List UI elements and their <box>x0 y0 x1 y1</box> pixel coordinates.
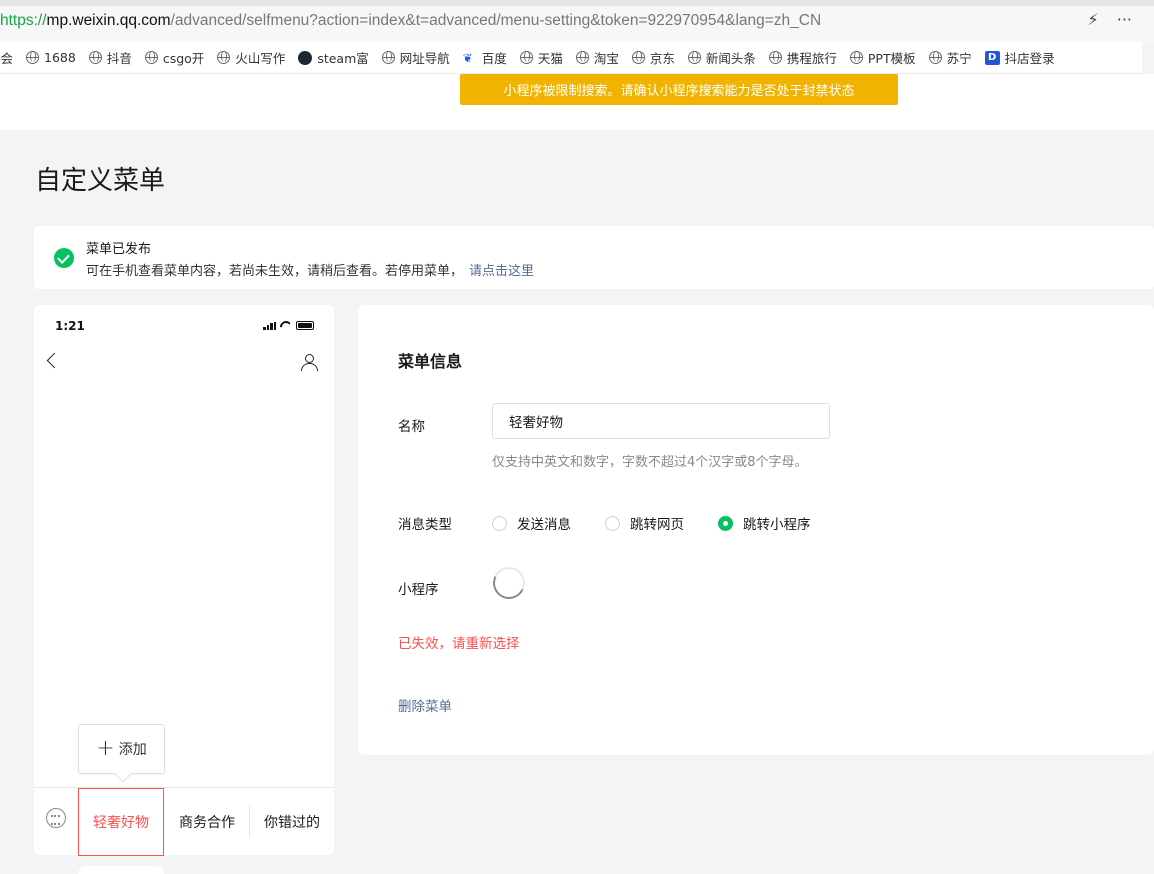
loading-spinner-icon <box>488 562 530 604</box>
bookmark-3[interactable]: csgo开 <box>144 48 204 67</box>
globe-icon <box>849 51 863 64</box>
url-scheme: https:// <box>0 12 47 29</box>
radio-send-message[interactable]: 发送消息 <box>492 513 571 533</box>
phone-time: 1:21 <box>55 319 85 333</box>
add-submenu-button[interactable]: + 添加 <box>78 724 165 774</box>
bookmark-0[interactable]: 舔会 <box>0 48 13 67</box>
notice-title: 菜单已发布 <box>86 242 152 257</box>
publish-notice: 菜单已发布 可在手机查看菜单内容，若尚未生效，请稍后查看。若停用菜单， 请点击这里 <box>34 226 1154 289</box>
plus-icon: + <box>96 736 115 761</box>
delete-menu-link[interactable]: 删除菜单 <box>398 695 452 715</box>
error-message: 已失效，请重新选择 <box>398 636 520 652</box>
lightning-icon[interactable]: ⚡ <box>1088 10 1099 29</box>
bookmark-11[interactable]: 新闻头条 <box>687 48 756 67</box>
more-icon[interactable]: ··· <box>1117 10 1132 29</box>
bookmark-13[interactable]: PPT模板 <box>849 48 916 67</box>
message-type-radio-group: 发送消息 跳转网页 跳转小程序 <box>492 513 845 533</box>
menu-item-2[interactable]: 商务合作 <box>164 788 250 856</box>
baidu-paw-icon: ❦ <box>462 50 473 65</box>
bookmark-4[interactable]: 火山写作 <box>217 48 285 67</box>
url-path: /advanced/selfmenu?action=index&t=advanc… <box>170 12 822 29</box>
globe-icon <box>575 51 589 64</box>
steam-icon <box>298 50 313 65</box>
globe-icon <box>88 51 102 64</box>
page-title: 自定义菜单 <box>35 166 166 196</box>
name-hint: 仅支持中英文和数字，字数不超过4个汉字或8个字母。 <box>492 455 808 470</box>
bookmark-9[interactable]: 淘宝 <box>575 48 619 67</box>
keyboard-icon[interactable] <box>46 808 66 828</box>
bottom-card-peek <box>78 866 164 874</box>
globe-icon <box>687 51 701 64</box>
user-icon[interactable] <box>301 354 318 371</box>
notice-body: 可在手机查看菜单内容，若尚未生效，请稍后查看。若停用菜单， 请点击这里 <box>86 264 535 279</box>
message-type-label: 消息类型 <box>398 517 452 533</box>
radio-icon <box>492 515 507 531</box>
signal-icon <box>263 321 276 330</box>
section-title: 菜单信息 <box>398 352 463 371</box>
name-label: 名称 <box>398 419 425 435</box>
miniprogram-label: 小程序 <box>398 582 439 598</box>
menu-item-1[interactable]: 轻奢好物 <box>78 788 164 856</box>
phone-status-icons <box>263 321 314 330</box>
radio-jump-miniprogram[interactable]: 跳转小程序 <box>718 513 811 533</box>
phone-preview: 1:21 + 添加 轻奢好物 商务合作 你错过的 <box>34 305 334 856</box>
battery-icon <box>296 321 314 330</box>
globe-icon <box>519 51 533 64</box>
check-circle-icon <box>54 248 74 268</box>
back-arrow-icon[interactable] <box>46 352 63 369</box>
bookmark-14[interactable]: 苏宁 <box>928 48 972 67</box>
menu-name-input[interactable] <box>492 403 830 439</box>
menu-editor-panel: 菜单信息 名称 仅支持中英文和数字，字数不超过4个汉字或8个字母。 消息类型 发… <box>358 305 1154 755</box>
bookmark-7[interactable]: ❦ 百度 <box>463 48 507 67</box>
doudian-icon: D <box>984 50 1000 65</box>
disable-menu-link[interactable]: 请点击这里 <box>469 264 534 279</box>
bookmark-5[interactable]: steam富 <box>298 48 369 67</box>
globe-icon <box>26 51 40 64</box>
bookmarks-bar: 舔会 1688 抖音 csgo开 火山写作 steam富 网址导航 ❦百度 天猫… <box>0 42 1142 74</box>
globe-icon <box>381 51 395 64</box>
globe-icon <box>144 51 158 64</box>
globe-icon <box>217 51 231 64</box>
bookmark-10[interactable]: 京东 <box>631 48 675 67</box>
radio-checked-icon <box>718 515 733 531</box>
warning-banner: 小程序被限制搜索。请确认小程序搜索能力是否处于封禁状态 <box>460 74 898 105</box>
bookmark-12[interactable]: 携程旅行 <box>768 48 837 67</box>
url-host: mp.weixin.qq.com <box>46 12 171 29</box>
globe-icon <box>928 51 942 64</box>
radio-icon <box>605 515 620 531</box>
radio-jump-webpage[interactable]: 跳转网页 <box>605 513 684 533</box>
bookmark-1[interactable]: 1688 <box>26 50 76 65</box>
bookmark-8[interactable]: 天猫 <box>519 48 563 67</box>
globe-icon <box>631 51 645 64</box>
globe-icon <box>768 51 782 64</box>
phone-menu-bar: 轻奢好物 商务合作 你错过的 <box>34 787 334 856</box>
menu-item-3[interactable]: 你错过的 <box>250 788 334 856</box>
url-text[interactable]: https://mp.weixin.qq.com/advanced/selfme… <box>0 12 821 30</box>
bookmark-15[interactable]: D 抖店登录 <box>984 48 1055 67</box>
address-bar[interactable]: https://mp.weixin.qq.com/advanced/selfme… <box>0 0 1154 42</box>
bookmark-6[interactable]: 网址导航 <box>381 48 450 67</box>
bookmark-2[interactable]: 抖音 <box>88 48 132 67</box>
wifi-icon <box>280 321 292 330</box>
warning-text: 小程序被限制搜索。请确认小程序搜索能力是否处于封禁状态 <box>503 84 855 99</box>
